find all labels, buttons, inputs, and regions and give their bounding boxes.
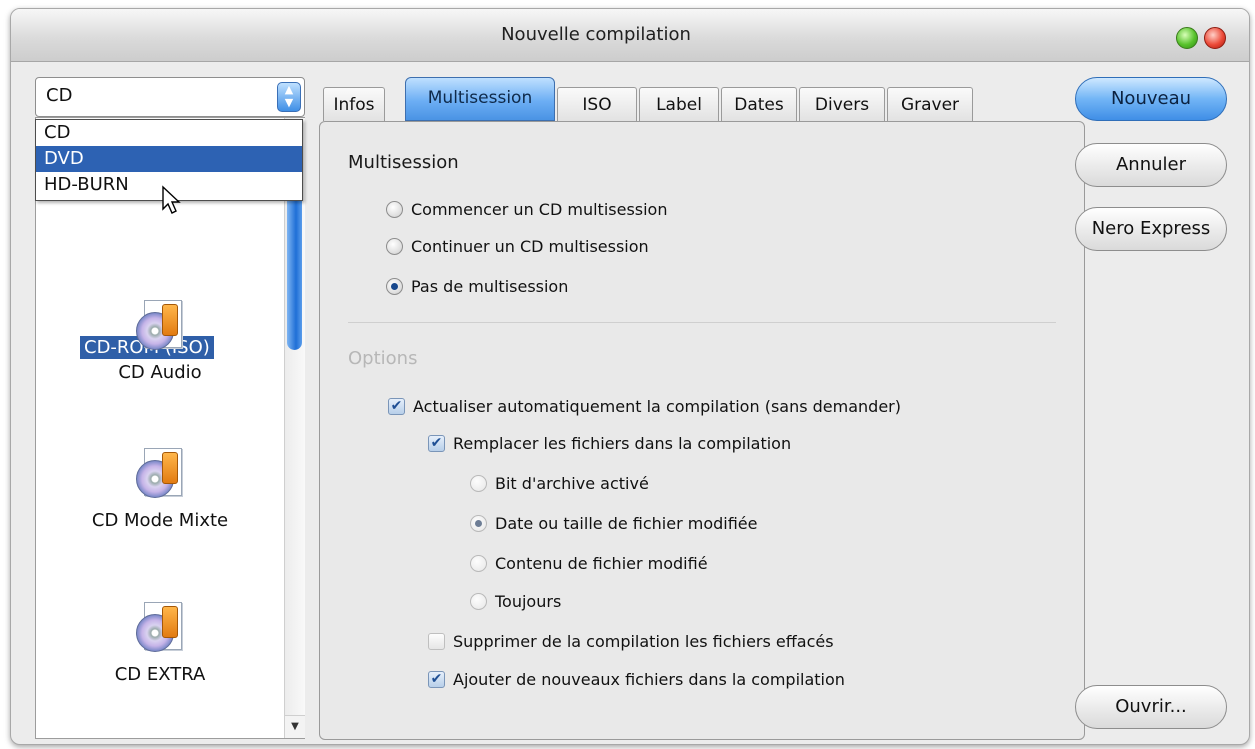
radio-indicator[interactable]	[470, 475, 487, 492]
radio-start-multisession[interactable]: Commencer un CD multisession	[386, 200, 667, 219]
checkbox-indicator[interactable]: ✔	[428, 435, 445, 452]
list-item-label: CD Mode Mixte	[91, 510, 229, 531]
radio-indicator[interactable]	[470, 555, 487, 572]
cancel-button[interactable]: Annuler	[1075, 143, 1227, 187]
cd-mixed-mode-icon	[136, 448, 184, 500]
radio-indicator[interactable]	[470, 515, 487, 532]
list-item-cd-audio[interactable]: CD Audio	[36, 300, 284, 383]
radio-always[interactable]: Toujours	[470, 592, 561, 611]
radio-label: Pas de multisession	[411, 277, 569, 296]
radio-indicator[interactable]	[470, 593, 487, 610]
tab-dates[interactable]: Dates	[721, 87, 797, 121]
multisession-heading: Multisession	[348, 152, 459, 173]
checkbox-label: Ajouter de nouveaux fichiers dans la com…	[453, 670, 845, 689]
disc-type-select[interactable]: CD ▲ ▼	[35, 77, 305, 117]
dropdown-option-dvd[interactable]: DVD	[36, 146, 302, 172]
select-arrows-icon[interactable]: ▲ ▼	[277, 82, 301, 112]
section-divider	[348, 322, 1056, 323]
checkbox-add-new[interactable]: ✔ Ajouter de nouveaux fichiers dans la c…	[428, 670, 845, 689]
new-button[interactable]: Nouveau	[1075, 77, 1227, 121]
list-item-cd-extra[interactable]: CD EXTRA	[36, 602, 284, 685]
tab-label[interactable]: Label	[639, 87, 719, 121]
checkbox-label: Supprimer de la compilation les fichiers…	[453, 632, 834, 651]
radio-label: Contenu de fichier modifié	[495, 554, 708, 573]
cd-extra-icon	[136, 602, 184, 654]
tab-multisession[interactable]: Multisession	[405, 77, 555, 121]
list-scrollbar[interactable]: ▼	[284, 118, 305, 738]
radio-date-size-changed[interactable]: Date ou taille de fichier modifiée	[470, 514, 757, 533]
checkbox-delete-removed[interactable]: Supprimer de la compilation les fichiers…	[428, 632, 834, 651]
tab-divers[interactable]: Divers	[799, 87, 885, 121]
window-title: Nouvelle compilation	[501, 24, 691, 45]
radio-continue-multisession[interactable]: Continuer un CD multisession	[386, 237, 649, 256]
dropdown-option-cd[interactable]: CD	[36, 120, 302, 146]
checkbox-label: Remplacer les fichiers dans la compilati…	[453, 434, 792, 453]
nero-express-button[interactable]: Nero Express	[1075, 207, 1227, 251]
radio-no-multisession[interactable]: Pas de multisession	[386, 277, 568, 296]
checkbox-indicator[interactable]: ✔	[428, 671, 445, 688]
title-bar[interactable]: Nouvelle compilation	[11, 9, 1249, 62]
radio-indicator[interactable]	[386, 278, 403, 295]
tab-iso[interactable]: ISO	[557, 87, 637, 121]
checkbox-label: Actualiser automatiquement la compilatio…	[413, 397, 901, 416]
radio-content-changed[interactable]: Contenu de fichier modifié	[470, 554, 708, 573]
tab-infos[interactable]: Infos	[323, 87, 385, 121]
tab-graver[interactable]: Graver	[887, 87, 973, 121]
radio-archive-bit[interactable]: Bit d'archive activé	[470, 474, 649, 493]
list-item-cd-mixed-mode[interactable]: CD Mode Mixte	[36, 448, 284, 531]
checkbox-replace-files[interactable]: ✔ Remplacer les fichiers dans la compila…	[428, 434, 791, 453]
cd-audio-icon	[136, 300, 184, 352]
disc-type-value: CD	[46, 85, 73, 106]
radio-indicator[interactable]	[386, 238, 403, 255]
open-button[interactable]: Ouvrir...	[1075, 685, 1227, 729]
mouse-cursor-icon	[162, 185, 181, 214]
radio-label: Bit d'archive activé	[495, 474, 649, 493]
radio-indicator[interactable]	[386, 201, 403, 218]
new-compilation-window: Nouvelle compilation CD ▲ ▼ CD-ROM (ISO) …	[10, 8, 1250, 745]
checkbox-auto-update[interactable]: ✔ Actualiser automatiquement la compilat…	[388, 397, 901, 416]
radio-label: Continuer un CD multisession	[411, 237, 649, 256]
close-button[interactable]	[1204, 27, 1226, 49]
checkbox-indicator[interactable]	[428, 633, 445, 650]
list-item-label: CD EXTRA	[114, 664, 206, 685]
checkbox-indicator[interactable]: ✔	[388, 398, 405, 415]
radio-label: Toujours	[495, 592, 562, 611]
multisession-panel: Multisession Commencer un CD multisessio…	[319, 121, 1085, 740]
zoom-button[interactable]	[1176, 27, 1198, 49]
radio-label: Commencer un CD multisession	[411, 200, 668, 219]
list-item-label: CD Audio	[118, 362, 202, 383]
scroll-down-arrow-icon[interactable]: ▼	[285, 715, 305, 738]
radio-label: Date ou taille de fichier modifiée	[495, 514, 758, 533]
options-heading: Options	[348, 348, 418, 369]
